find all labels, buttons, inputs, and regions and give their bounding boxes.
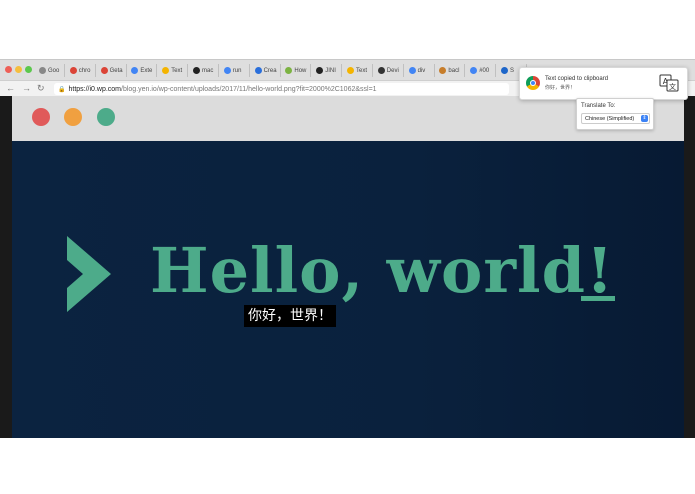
chrome-icon bbox=[526, 76, 540, 90]
browser-tab[interactable]: Goo bbox=[37, 64, 65, 77]
drive-icon bbox=[347, 67, 354, 74]
github-icon bbox=[316, 67, 324, 74]
npm-icon bbox=[254, 67, 262, 74]
chrome-icon bbox=[69, 67, 77, 74]
browser-tab[interactable]: Text bbox=[345, 64, 373, 77]
browser-tab[interactable]: chro bbox=[68, 64, 96, 77]
browser-tab[interactable]: Crea bbox=[253, 64, 281, 77]
code-icon bbox=[39, 67, 46, 74]
orange-dot bbox=[64, 108, 82, 126]
browser-tab[interactable]: run bbox=[222, 64, 250, 77]
left-margin bbox=[0, 96, 12, 438]
address-bar[interactable]: 🔒 https://i0.wp.com/blog.yen.io/wp-conte… bbox=[54, 83, 509, 95]
language-select-value: Chinese (Simplified) bbox=[585, 115, 635, 122]
browser-tab[interactable]: JINI bbox=[314, 64, 343, 77]
google-icon bbox=[408, 67, 416, 74]
tab-label: Geta bbox=[109, 67, 123, 74]
prompt-chevron-icon bbox=[67, 236, 111, 312]
chevron-down-icon: ⇕ bbox=[641, 115, 648, 122]
browser-tab[interactable]: Devi bbox=[376, 64, 404, 77]
url-path: /blog.yen.io/wp-content/uploads/2017/11/… bbox=[121, 85, 377, 93]
tab-label: How bbox=[294, 67, 307, 74]
puzzle-icon bbox=[131, 67, 139, 74]
browser-tab[interactable]: div bbox=[407, 64, 435, 77]
tab-label: Devi bbox=[386, 67, 399, 74]
back-icon[interactable]: ← bbox=[6, 83, 15, 93]
browser-tab[interactable]: bacl bbox=[437, 64, 466, 77]
tab-label: Crea bbox=[263, 67, 277, 74]
right-margin bbox=[684, 96, 695, 438]
translate-label: Translate To: bbox=[581, 103, 616, 109]
hello-world-heading: Hello, world! bbox=[150, 234, 615, 307]
image-icon bbox=[285, 67, 293, 74]
browser-tab[interactable]: mac bbox=[191, 64, 219, 77]
tab-label: run bbox=[232, 67, 242, 74]
tab-label: Goo bbox=[48, 67, 60, 74]
tab-label: div bbox=[417, 67, 426, 74]
tab-label: JINI bbox=[325, 67, 336, 74]
browser-tab[interactable]: Exte bbox=[129, 64, 158, 77]
svg-text:文: 文 bbox=[669, 82, 676, 91]
language-select[interactable]: Chinese (Simplified) ⇕ bbox=[581, 113, 650, 124]
translate-icon[interactable]: A 文 bbox=[659, 74, 679, 92]
maximize-window-icon[interactable] bbox=[25, 66, 32, 73]
tab-label: S bbox=[510, 67, 515, 74]
browser-tab[interactable]: Text bbox=[160, 64, 189, 77]
reload-icon[interactable]: ↻ bbox=[37, 83, 45, 94]
tab-label: chro bbox=[78, 67, 91, 74]
tab-label: Text bbox=[171, 67, 183, 74]
forward-icon[interactable]: → bbox=[22, 83, 31, 93]
circle-icon bbox=[377, 67, 385, 74]
red-dot bbox=[32, 108, 50, 126]
close-window-icon[interactable] bbox=[5, 66, 12, 73]
minimize-window-icon[interactable] bbox=[15, 66, 22, 73]
browser-tab[interactable]: #00 bbox=[468, 64, 497, 77]
tab-label: Exte bbox=[140, 67, 153, 74]
drive-icon bbox=[162, 67, 170, 74]
translation-overlay: 你好，世界！ bbox=[244, 305, 336, 327]
lock-icon: 🔒 bbox=[58, 86, 66, 93]
browser-tab[interactable]: How bbox=[283, 64, 312, 77]
browser-tab[interactable]: Geta bbox=[99, 64, 127, 77]
box-icon bbox=[501, 67, 508, 74]
tab-label: Text bbox=[356, 67, 368, 74]
green-dot bbox=[97, 108, 115, 126]
notification-body: 你好，世界！ bbox=[545, 85, 576, 91]
tab-label: #00 bbox=[479, 67, 490, 74]
clipboard-notification[interactable]: Text copied to clipboard 你好，世界！ A 文 bbox=[519, 67, 688, 100]
google-icon bbox=[470, 67, 478, 74]
url-host: https://i0.wp.com bbox=[68, 85, 122, 93]
notification-title: Text copied to clipboard bbox=[545, 76, 609, 82]
tab-label: bacl bbox=[448, 67, 460, 74]
translate-dropdown-panel: Translate To: Chinese (Simplified) ⇕ bbox=[576, 98, 654, 130]
chrome-icon bbox=[100, 67, 108, 74]
text-cursor bbox=[581, 296, 615, 301]
tab-label: mac bbox=[202, 67, 214, 74]
google-icon bbox=[223, 67, 231, 74]
pen-icon bbox=[439, 67, 447, 74]
github-icon bbox=[193, 67, 200, 74]
